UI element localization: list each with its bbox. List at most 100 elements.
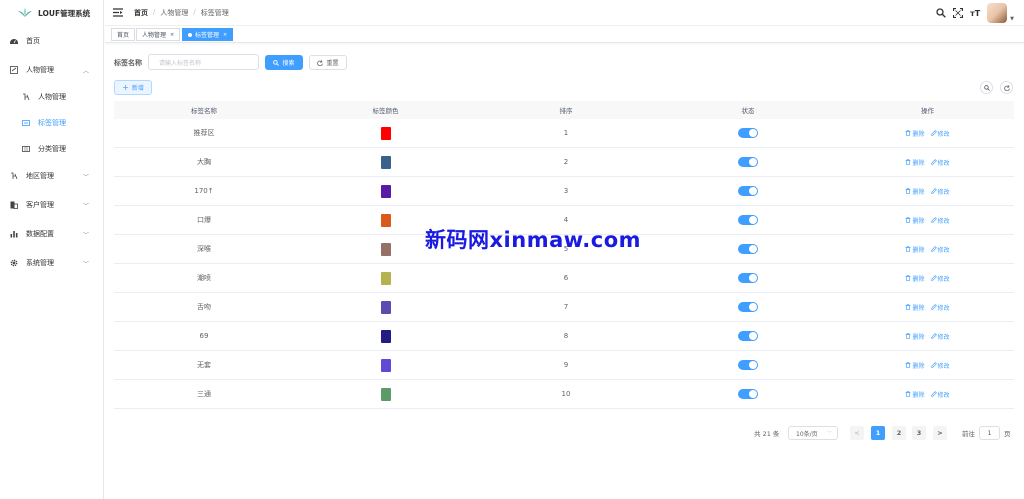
delete-button[interactable]: 删除 (905, 361, 925, 370)
color-swatch (380, 242, 391, 256)
edit-button[interactable]: 修改 (930, 274, 950, 283)
font-size-icon[interactable]: тT (970, 8, 980, 18)
status-cell (655, 360, 841, 370)
refresh-button[interactable] (1000, 81, 1013, 94)
edit-button[interactable]: 修改 (930, 129, 950, 138)
close-icon[interactable]: × (170, 32, 174, 38)
edit-label: 修改 (937, 130, 950, 138)
status-cell (655, 157, 841, 167)
goto-page-input[interactable]: 1 (979, 426, 1000, 440)
sidebar-item-client[interactable]: 客户管理 ﹀ (0, 197, 103, 213)
color-swatch (380, 387, 391, 401)
status-toggle[interactable] (738, 331, 758, 341)
tab-home[interactable]: 首页 (111, 28, 136, 41)
search-icon[interactable] (936, 8, 946, 18)
status-toggle[interactable] (738, 128, 758, 138)
delete-button[interactable]: 删除 (905, 158, 925, 167)
refresh-icon (1003, 84, 1010, 91)
delete-button[interactable]: 删除 (905, 245, 925, 254)
sidebar-item-home[interactable]: 首页 (0, 33, 103, 49)
table-row: 三通 10 删除 修改 (114, 380, 1014, 409)
dashboard-icon (10, 37, 18, 45)
sidebar-item-people[interactable]: 人物管理 ︿ (0, 62, 103, 78)
sidebar-item-category[interactable]: 分类管理 (0, 141, 103, 157)
sidebar-item-label: 首页 (26, 37, 40, 45)
sidebar: LOUF管理系统 首页 人物管理 ︿ 人物管理 标签管理 分类管理 地区管理 ﹀… (0, 0, 104, 499)
status-toggle[interactable] (738, 215, 758, 225)
color-swatch (380, 300, 391, 314)
fullscreen-icon[interactable] (953, 8, 964, 18)
status-toggle[interactable] (738, 186, 758, 196)
status-toggle[interactable] (738, 302, 758, 312)
tags-view: 首页 人物管理 × 标签管理 × (105, 27, 1024, 43)
tab-label: 人物管理 (142, 32, 167, 39)
page-size-select[interactable]: 10条/页 ﹀ (788, 426, 838, 440)
edit-icon (930, 159, 937, 165)
reset-button[interactable]: 重置 (309, 55, 347, 70)
edit-icon (930, 188, 937, 194)
page-suffix: 页 (1004, 430, 1011, 438)
delete-button[interactable]: 删除 (905, 303, 925, 312)
toggle-search-button[interactable] (980, 81, 993, 94)
edit-button[interactable]: 修改 (930, 390, 950, 399)
sidebar-item-system[interactable]: 系统管理 ﹀ (0, 255, 103, 271)
delete-button[interactable]: 删除 (905, 216, 925, 225)
status-toggle[interactable] (738, 244, 758, 254)
edit-button[interactable]: 修改 (930, 245, 950, 254)
delete-button[interactable]: 删除 (905, 390, 925, 399)
breadcrumb-home[interactable]: 首页 (134, 8, 148, 18)
page-button[interactable]: 2 (892, 426, 906, 440)
delete-button[interactable]: 删除 (905, 332, 925, 341)
sort-cell: 2 (563, 158, 569, 166)
edit-button[interactable]: 修改 (930, 361, 950, 370)
edit-icon (930, 275, 937, 281)
edit-button[interactable]: 修改 (930, 332, 950, 341)
trash-icon (906, 188, 911, 194)
edit-button[interactable]: 修改 (930, 187, 950, 196)
tag-color-cell (294, 184, 477, 198)
caret-down-icon[interactable]: ▼ (1010, 16, 1014, 22)
delete-button[interactable]: 删除 (905, 187, 925, 196)
tag-name-cell: 大胸 (197, 158, 211, 166)
delete-label: 删除 (912, 362, 925, 370)
edit-button[interactable]: 修改 (930, 216, 950, 225)
status-toggle[interactable] (738, 360, 758, 370)
sidebar-item-data-config[interactable]: 数据配置 ﹀ (0, 226, 103, 242)
close-icon[interactable]: × (223, 32, 227, 38)
edit-button[interactable]: 修改 (930, 303, 950, 312)
next-page-button[interactable]: > (933, 426, 947, 440)
hamburger-icon[interactable] (113, 8, 123, 17)
tag-color-cell (294, 126, 477, 140)
plus-icon: + (122, 83, 129, 92)
tab-tags[interactable]: 标签管理 × (182, 28, 234, 41)
search-input[interactable]: 请输入标签名称 (148, 54, 259, 70)
status-toggle[interactable] (738, 389, 758, 399)
sidebar-item-label: 数据配置 (26, 230, 54, 238)
actions-cell: 删除 修改 (841, 245, 1014, 254)
avatar[interactable] (987, 3, 1008, 23)
tag-name-cell: 潮喷 (197, 274, 211, 282)
color-swatch (380, 184, 391, 198)
app-title: LOUF管理系统 (38, 8, 91, 18)
page-button[interactable]: 3 (912, 426, 926, 440)
status-toggle[interactable] (738, 157, 758, 167)
status-cell (655, 244, 841, 254)
sidebar-item-people-list[interactable]: 人物管理 (0, 89, 103, 105)
delete-button[interactable]: 删除 (905, 274, 925, 283)
status-toggle[interactable] (738, 273, 758, 283)
logo: LOUF管理系统 (0, 0, 103, 26)
edit-button[interactable]: 修改 (930, 158, 950, 167)
search-button[interactable]: 搜索 (265, 55, 303, 70)
delete-button[interactable]: 删除 (905, 129, 925, 138)
sidebar-item-region[interactable]: 地区管理 ﹀ (0, 168, 103, 184)
add-button[interactable]: + 新增 (114, 80, 152, 95)
table-row: 舌吻 7 删除 修改 (114, 293, 1014, 322)
prev-page-button[interactable]: < (850, 426, 864, 440)
tag-icon (22, 119, 30, 127)
tab-people[interactable]: 人物管理 × (136, 28, 181, 41)
tab-label: 首页 (117, 32, 130, 39)
delete-label: 删除 (912, 130, 925, 138)
edit-label: 修改 (937, 188, 950, 196)
page-button[interactable]: 1 (871, 426, 885, 440)
sidebar-item-tags[interactable]: 标签管理 (0, 115, 103, 131)
